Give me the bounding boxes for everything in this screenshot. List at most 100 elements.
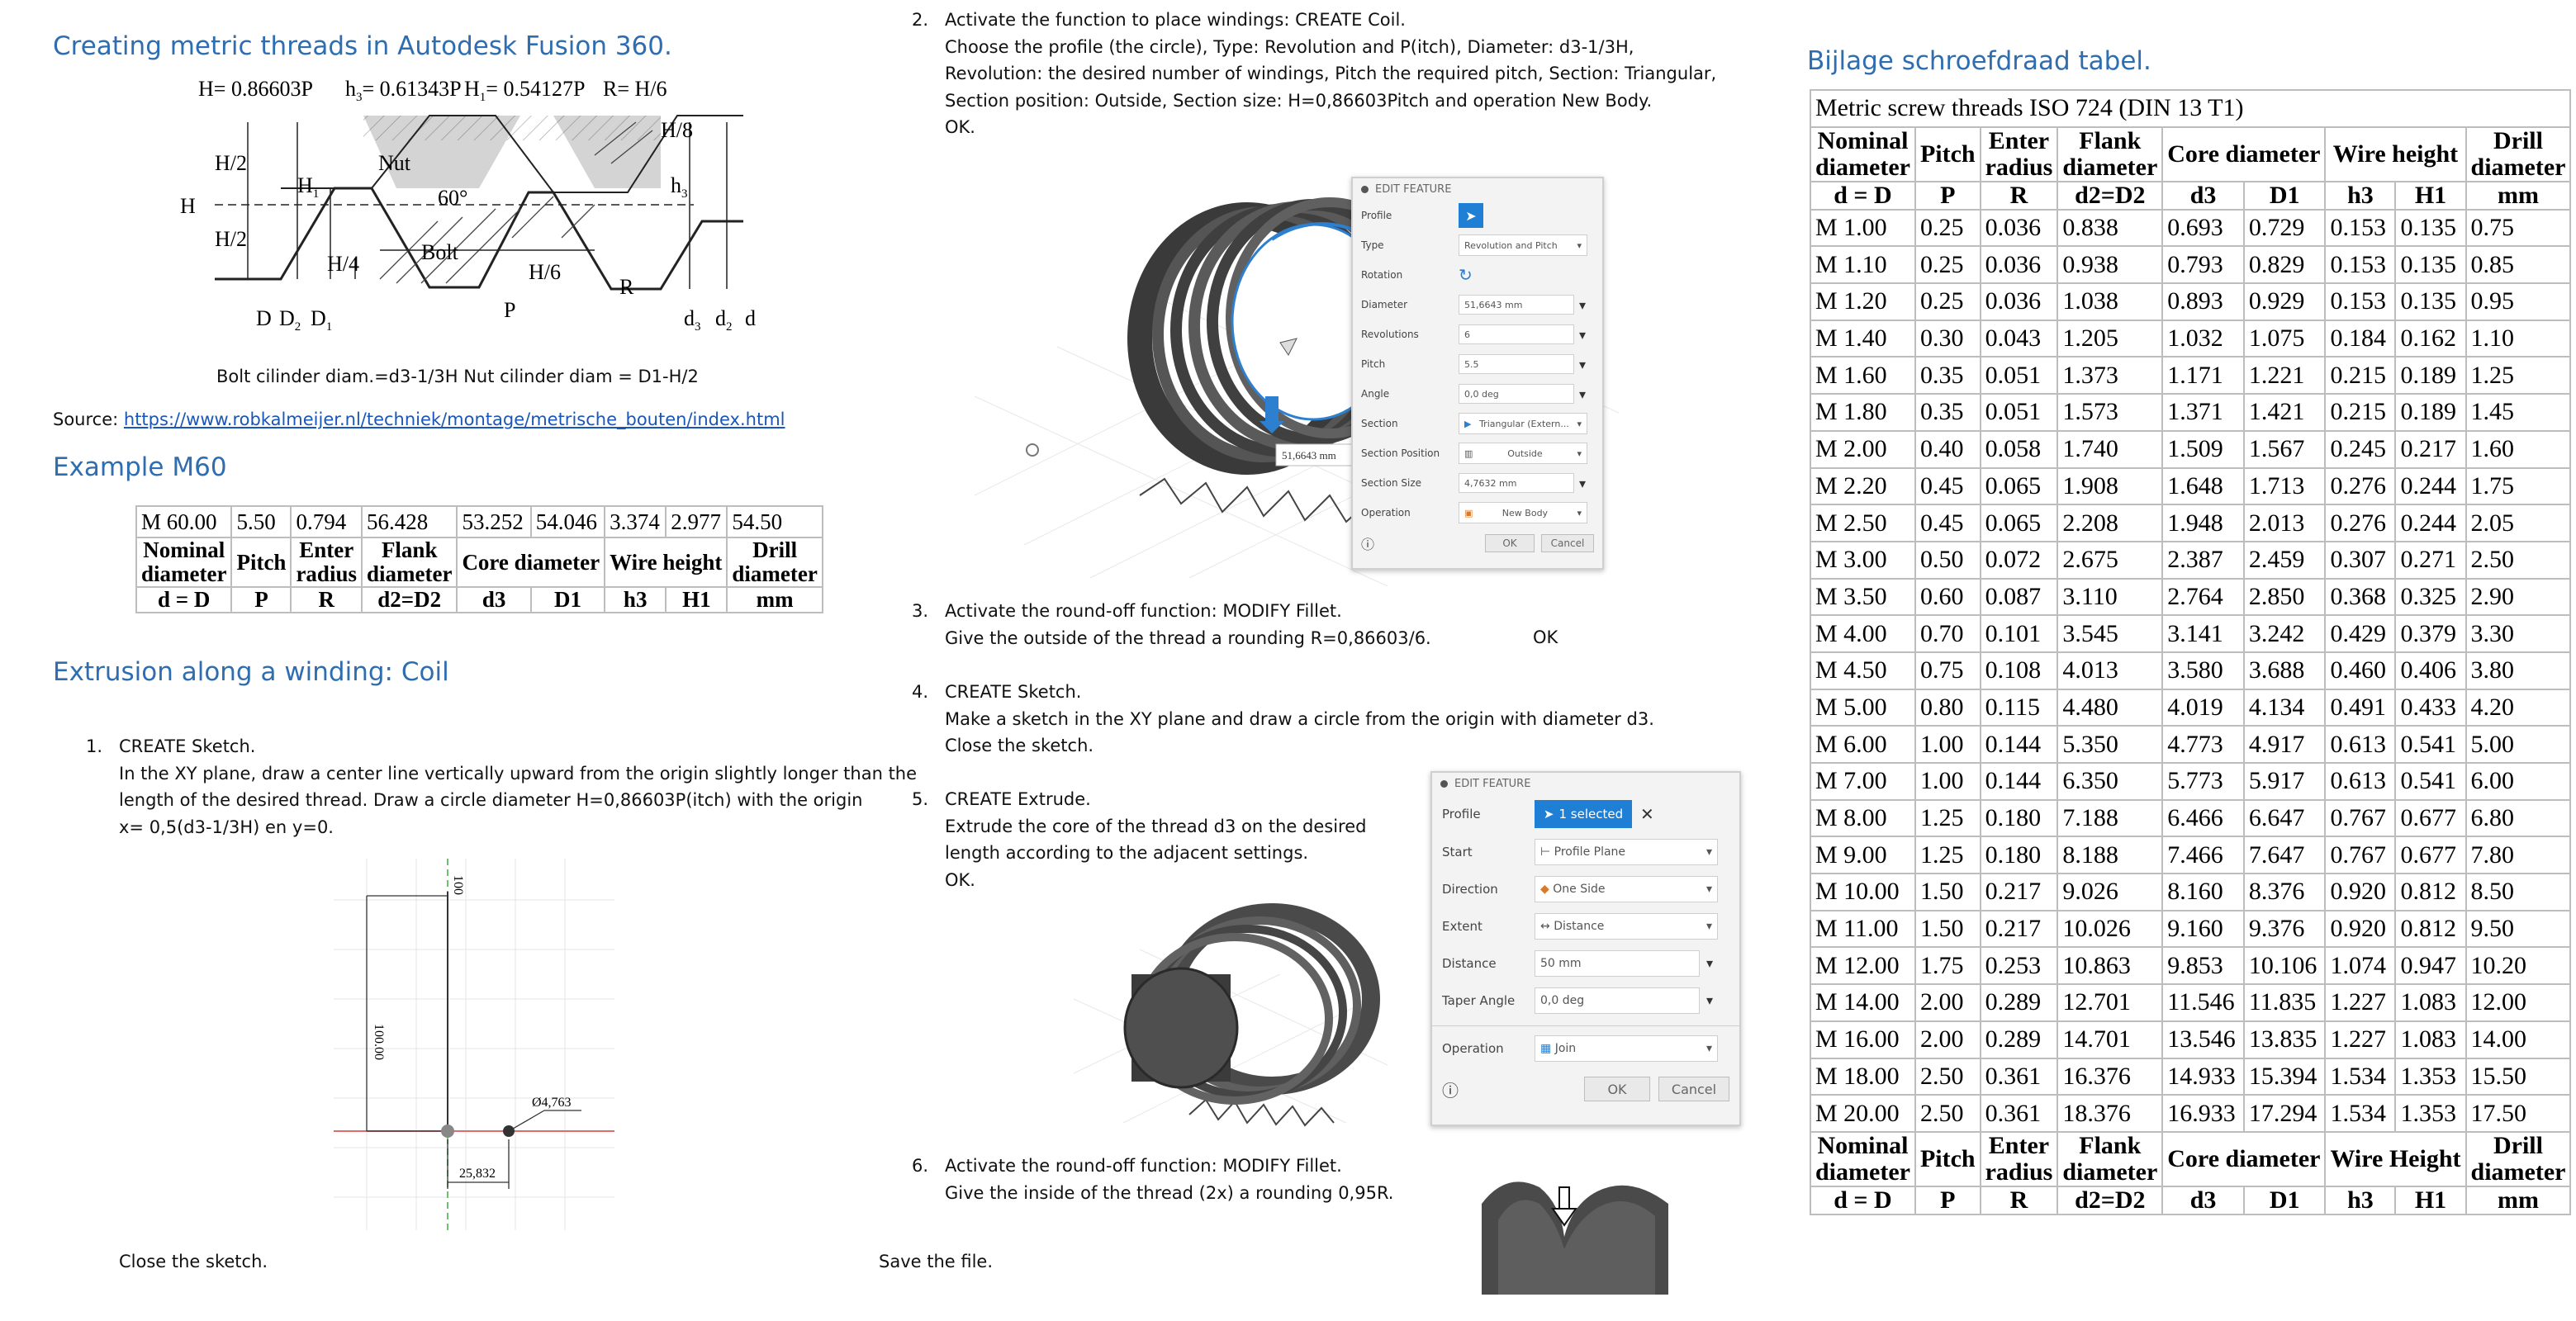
table-row: M 1.60 0.35 0.051 1.373 1.171 1.221 0.215 0.189… (1810, 356, 2572, 395)
chevron-down-icon: ▾ (1577, 418, 1582, 429)
revolutions-input[interactable]: 6 (1459, 324, 1574, 344)
table-cell: 2.50 (2465, 540, 2572, 580)
table-cell: 2.90 (2465, 577, 2572, 617)
table-cell: M 2.00 (1810, 429, 1916, 469)
ok-button[interactable]: OK (1485, 534, 1535, 552)
header-flank: Flank diameter (2057, 125, 2164, 182)
chevron-down-icon[interactable]: ▾ (1579, 297, 1586, 313)
header-drill: Drill diameter (726, 537, 823, 588)
section-dropdown[interactable]: ▶ Triangular (Extern... ▾ (1459, 413, 1587, 434)
table-cell: 8.50 (2465, 873, 2572, 911)
chevron-down-icon[interactable]: ▾ (1706, 992, 1713, 1008)
field-value: Profile Plane (1554, 845, 1626, 859)
table-cell: 0.893 (2161, 282, 2245, 321)
table-cell: 1.373 (2057, 356, 2164, 395)
table-cell: 0.072 (1979, 540, 2059, 580)
example-cell: 54.50 (726, 505, 823, 538)
step-line: x= 0,5(d3-1/3H) en y=0. (119, 817, 334, 837)
chevron-down-icon[interactable]: ▾ (1706, 955, 1713, 971)
collapse-icon[interactable] (1361, 186, 1369, 193)
table-cell: 2.387 (2161, 540, 2245, 580)
table-cell: 13.835 (2242, 1020, 2327, 1059)
extent-dropdown[interactable]: ↔ Distance ▾ (1535, 912, 1718, 940)
table-row: M 8.00 1.25 0.180 7.188 6.466 6.647 0.767 0.677… (1810, 798, 2572, 838)
table-row: M 4.00 0.70 0.101 3.545 3.141 3.242 0.429 0.379… (1810, 614, 2572, 653)
table-cell: 0.929 (2242, 282, 2327, 321)
example-cell: 3.374 (604, 505, 667, 538)
table-cell: 1.074 (2324, 946, 2397, 986)
example-cell: 2.977 (665, 505, 728, 538)
table-cell: 1.713 (2242, 466, 2327, 506)
coil-edit-panel: EDIT FEATURE Profile ➤ Type Revolution a… (1351, 177, 1604, 570)
info-icon[interactable]: ⓘ (1442, 1077, 1459, 1101)
section-size-input[interactable]: 4,7632 mm (1459, 473, 1574, 493)
distance-input[interactable]: 50 mm (1535, 949, 1700, 977)
chevron-down-icon[interactable]: ▾ (1579, 327, 1586, 343)
chevron-down-icon[interactable]: ▾ (1579, 386, 1586, 402)
symbol-cell: d2=D2 (2057, 1185, 2164, 1215)
table-cell: 2.00 (1914, 983, 1981, 1022)
table-cell: M 11.00 (1810, 909, 1916, 949)
table-header-row: Nominal diameter Pitch Enter radius Flank d… (1810, 125, 2572, 182)
operation-dropdown[interactable]: ▣ New Body ▾ (1459, 502, 1587, 523)
profile-select-button[interactable]: ➤ (1459, 203, 1483, 228)
table-cell: 0.307 (2324, 540, 2397, 580)
table-cell: 0.180 (1979, 798, 2059, 838)
angle-input[interactable]: 0,0 deg (1459, 384, 1574, 404)
operation-dropdown[interactable]: ▦ Join ▾ (1535, 1035, 1718, 1062)
table-cell: 0.271 (2394, 540, 2467, 580)
pitch-input[interactable]: 5.5 (1459, 354, 1574, 374)
table-cell: M 2.20 (1810, 466, 1916, 506)
source-link[interactable]: https://www.robkalmeijer.nl/techniek/mon… (124, 410, 785, 429)
table-title-row: Metric screw threads ISO 724 (DIN 13 T1) (1809, 89, 2572, 128)
table-cell: 1.227 (2324, 983, 2397, 1022)
chevron-down-icon[interactable]: ▾ (1579, 476, 1586, 491)
table-cell: 0.406 (2394, 651, 2467, 690)
clear-selection-icon[interactable]: ✕ (1640, 804, 1654, 824)
field-value: Distance (1554, 919, 1605, 933)
table-cell: 0.35 (1914, 356, 1981, 395)
direction-dropdown[interactable]: ◆ One Side ▾ (1535, 875, 1718, 902)
header-drill: Drill diameter (2465, 1130, 2572, 1187)
table-cell: 7.80 (2465, 836, 2572, 875)
coil-row-section-size: Section Size 4,7632 mm ▾ (1361, 468, 1594, 498)
diagram-d: d (745, 306, 756, 330)
cancel-button[interactable]: Cancel (1541, 534, 1594, 552)
table-cell: 0.25 (1914, 208, 1981, 248)
start-dropdown[interactable]: ⊢ Profile Plane ▾ (1535, 838, 1718, 865)
collapse-icon[interactable] (1440, 780, 1448, 788)
example-cell: 56.428 (360, 505, 458, 538)
symbol-cell: d2=D2 (2057, 180, 2164, 211)
row-label: Extent (1442, 918, 1483, 934)
table-cell: 0.245 (2324, 429, 2397, 469)
table-cell: M 2.50 (1810, 504, 1916, 542)
chevron-down-icon: ▾ (1705, 919, 1712, 933)
section-position-dropdown[interactable]: ▥ Outside ▾ (1459, 443, 1587, 464)
example-cell: 5.50 (230, 505, 292, 538)
profile-selection-button[interactable]: ➤ 1 selected (1535, 800, 1632, 828)
cancel-button[interactable]: Cancel (1658, 1077, 1729, 1101)
table-cell: 7.647 (2242, 836, 2327, 875)
table-cell: 0.144 (1979, 725, 2059, 764)
table-cell: 0.920 (2324, 873, 2397, 911)
info-icon[interactable]: ⓘ (1361, 533, 1374, 553)
type-dropdown[interactable]: Revolution and Pitch ▾ (1459, 234, 1587, 256)
header-wire: Wire height (604, 537, 728, 588)
taper-angle-input[interactable]: 0,0 deg (1535, 987, 1700, 1014)
table-cell: 2.459 (2242, 540, 2327, 580)
step-line: OK. (945, 117, 975, 137)
table-cell: 3.80 (2465, 651, 2572, 690)
chevron-down-icon[interactable]: ▾ (1579, 357, 1586, 372)
table-footer-header-row: Nominal diameter Pitch Enter radius Flank d… (1810, 1130, 2572, 1187)
rotation-icon[interactable]: ↻ (1459, 265, 1473, 285)
field-value: 4,7632 mm (1464, 477, 1517, 489)
diameter-input[interactable]: 51,6643 mm (1459, 295, 1574, 315)
table-cell: M 1.10 (1810, 245, 1916, 285)
table-cell: 4.20 (2465, 688, 2572, 727)
row-label: Section Position (1361, 447, 1440, 459)
table-cell: 0.25 (1914, 245, 1981, 285)
ok-button[interactable]: OK (1584, 1077, 1650, 1101)
table-cell: 0.189 (2394, 393, 2467, 432)
table-cell: 11.835 (2242, 983, 2327, 1022)
row-label: Rotation (1361, 269, 1403, 281)
